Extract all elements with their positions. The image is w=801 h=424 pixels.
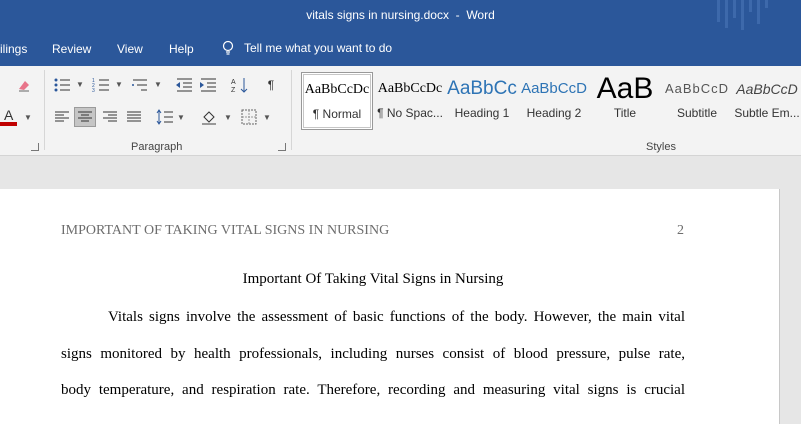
increase-indent-icon[interactable]	[198, 76, 218, 94]
style-title[interactable]: AaB Title	[589, 72, 661, 130]
page-number: 2	[677, 223, 684, 238]
paragraph-dialog-launcher-icon[interactable]	[278, 143, 286, 151]
style-sample: AaBbCcDc	[377, 81, 443, 96]
style-name: Title	[613, 106, 637, 120]
style-normal[interactable]: AaBbCcDc ¶ Normal	[301, 72, 373, 130]
title-bar-decoration	[717, 0, 768, 30]
show-formatting-marks-icon[interactable]: ¶	[261, 76, 281, 94]
svg-text:3: 3	[92, 88, 95, 93]
lightbulb-icon	[222, 40, 234, 55]
shading-dropdown-icon[interactable]: ▼	[224, 113, 232, 122]
bullets-icon[interactable]	[52, 76, 72, 94]
align-center-icon[interactable]	[74, 107, 96, 127]
svg-text:Z: Z	[231, 87, 236, 93]
document-area: IMPORTANT OF TAKING VITAL SIGNS IN NURSI…	[0, 157, 801, 424]
style-heading-1[interactable]: AaBbCc Heading 1	[446, 72, 518, 130]
paragraph-group-label: Paragraph	[131, 141, 183, 153]
body-line: body temperature, and respiration rate. …	[61, 382, 685, 398]
tell-me-text: Tell me what you want to do	[244, 41, 393, 55]
document-page[interactable]: IMPORTANT OF TAKING VITAL SIGNS IN NURSI…	[0, 189, 780, 424]
style-sample: AaBbCcDc	[304, 82, 370, 97]
tab-help[interactable]: Help	[169, 42, 194, 56]
decrease-indent-icon[interactable]	[174, 76, 194, 94]
svg-text:A: A	[231, 79, 236, 86]
style-subtle-emphasis[interactable]: AaBbCcD Subtle Em...	[733, 72, 801, 130]
title-separator: -	[455, 8, 460, 22]
document-title: Important Of Taking Vital Signs in Nursi…	[242, 271, 504, 287]
line-spacing-icon[interactable]	[155, 108, 175, 126]
numbering-icon[interactable]: 123	[91, 76, 111, 94]
body-line: Vitals signs involve the assessment of b…	[108, 309, 685, 325]
ribbon: A ▼ ▼ 123 ▼ ▼ AZ ¶ ▼ ▼ ▼ Paragraph AaBbC…	[0, 66, 801, 156]
borders-icon[interactable]	[239, 108, 259, 126]
running-header: IMPORTANT OF TAKING VITAL SIGNS IN NURSI…	[61, 223, 390, 238]
style-name: Heading 1	[454, 106, 510, 120]
window-title: vitals signs in nursing.docx - Word	[0, 8, 801, 22]
tell-me-box[interactable]: Tell me what you want to do	[222, 40, 392, 56]
style-name: ¶ No Spac...	[377, 106, 443, 120]
line-spacing-dropdown-icon[interactable]: ▼	[177, 113, 185, 122]
font-color-icon[interactable]: A	[0, 107, 20, 126]
group-separator	[291, 70, 292, 150]
style-sample: AaBbCcD	[736, 81, 798, 97]
multilevel-dropdown-icon[interactable]: ▼	[154, 80, 162, 89]
numbering-dropdown-icon[interactable]: ▼	[115, 80, 123, 89]
style-no-spacing[interactable]: AaBbCcDc ¶ No Spac...	[374, 72, 446, 130]
multilevel-list-icon[interactable]	[130, 76, 150, 94]
tab-review[interactable]: Review	[52, 42, 91, 56]
align-left-icon[interactable]	[52, 108, 72, 126]
font-color-dropdown-icon[interactable]: ▼	[24, 113, 32, 122]
svg-text:A: A	[4, 107, 14, 123]
style-subtitle[interactable]: AaBbCcD Subtitle	[661, 72, 733, 130]
style-sample: AaBbCcD	[521, 80, 587, 97]
style-sample: AaBbCcD	[664, 81, 730, 96]
font-dialog-launcher-icon[interactable]	[31, 143, 39, 151]
shading-icon[interactable]	[200, 108, 220, 126]
justify-icon[interactable]	[124, 108, 144, 126]
sort-icon[interactable]: AZ	[230, 76, 250, 94]
style-name: Heading 2	[526, 106, 582, 120]
borders-dropdown-icon[interactable]: ▼	[263, 113, 271, 122]
app-name: Word	[466, 8, 495, 22]
style-sample: AaB	[596, 72, 654, 105]
clear-formatting-icon[interactable]	[14, 76, 34, 94]
style-sample: AaBbCc	[447, 78, 517, 99]
style-name: Subtle Em...	[734, 106, 800, 120]
tab-view[interactable]: View	[117, 42, 143, 56]
title-bar: vitals signs in nursing.docx - Word	[0, 0, 801, 32]
body-line: signs monitored by health professionals,…	[61, 346, 685, 362]
ribbon-tabs: ilings Review View Help Tell me what you…	[0, 32, 801, 66]
align-right-icon[interactable]	[100, 108, 120, 126]
document-name: vitals signs in nursing.docx	[306, 8, 449, 22]
style-heading-2[interactable]: AaBbCcD Heading 2	[518, 72, 590, 130]
tab-mailings[interactable]: ilings	[0, 42, 27, 56]
styles-group-label: Styles	[646, 141, 676, 153]
style-name: Subtitle	[676, 106, 718, 120]
style-name: ¶ Normal	[312, 107, 362, 121]
bullets-dropdown-icon[interactable]: ▼	[76, 80, 84, 89]
group-separator	[44, 70, 45, 150]
